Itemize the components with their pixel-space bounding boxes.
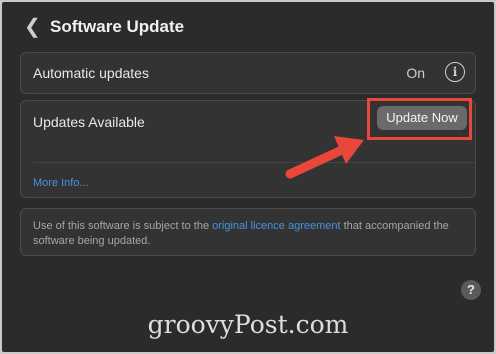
licence-agreement-link[interactable]: original licence agreement [212,220,340,232]
notice-text: Use of this software is subject to the o… [33,219,455,249]
back-chevron-icon[interactable]: ❮ [24,17,41,37]
help-icon[interactable]: ? [461,280,481,300]
page-title: Software Update [50,17,185,36]
update-now-button[interactable]: Update Now [377,106,467,130]
header: ❮ Software Update [2,2,494,52]
automatic-updates-row: Automatic updates On i [20,52,476,94]
more-info-link[interactable]: More Info... [33,176,89,190]
software-update-window: ❮ Software Update Automatic updates On i… [2,2,494,352]
licence-notice: Use of this software is subject to the o… [20,208,476,256]
notice-text-before: Use of this software is subject to the [33,220,213,232]
automatic-updates-status: On [406,65,425,81]
automatic-updates-label: Automatic updates [33,65,149,81]
updates-available-label: Updates Available [33,114,145,130]
divider [33,162,475,163]
red-arrow-icon [285,136,364,179]
watermark: groovyPost.com [147,310,349,339]
info-icon[interactable]: i [445,62,465,82]
